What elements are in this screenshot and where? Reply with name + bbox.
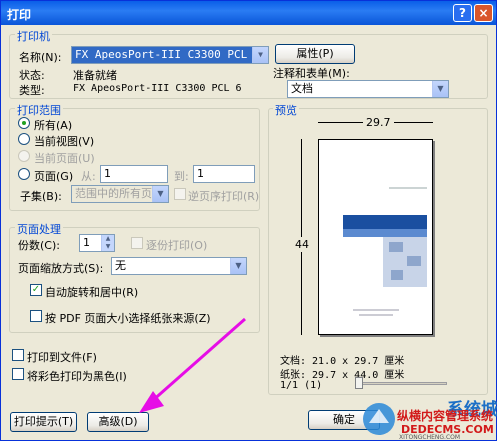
reverse-label: 逆页序打印(R) xyxy=(188,190,260,203)
page-count: 1/1 (1) xyxy=(280,380,323,391)
choose-source-label[interactable]: 按 PDF 页面大小选择纸张来源(Z) xyxy=(45,310,211,326)
notes-label: 注释和表单(M): xyxy=(273,67,350,80)
subset-select[interactable]: 范围中的所有页面 ▼ xyxy=(71,185,169,203)
print-to-file-label[interactable]: 打印到文件(F) xyxy=(27,349,97,365)
print-black-checkbox[interactable] xyxy=(12,368,24,380)
handling-group-label: 页面处理 xyxy=(15,221,63,237)
subset-value: 范围中的所有页面 xyxy=(75,187,163,200)
width-dimension: 29.7 xyxy=(363,116,394,129)
range-from-label: 从: xyxy=(81,170,96,183)
print-to-file-checkbox[interactable] xyxy=(12,349,24,361)
print-black-label[interactable]: 将彩色打印为黑色(I) xyxy=(27,368,127,384)
status-value: 准备就绪 xyxy=(73,69,117,82)
page-preview-thumbnail xyxy=(343,187,427,316)
help-icon[interactable]: ? xyxy=(453,4,472,22)
watermark-url: XITONGCHENG.COM xyxy=(399,434,461,441)
range-from-input[interactable]: 1 xyxy=(100,165,168,183)
type-label: 类型: xyxy=(19,84,45,97)
window-title: 打印 xyxy=(7,8,32,22)
chevron-down-icon: ▼ xyxy=(432,81,448,97)
range-all-radio[interactable] xyxy=(18,117,30,129)
reverse-checkbox xyxy=(174,188,186,200)
scaling-select[interactable]: 无 ▼ xyxy=(111,257,247,275)
range-all-label[interactable]: 所有(A) xyxy=(34,117,72,133)
scaling-value: 无 xyxy=(115,259,126,272)
range-current-view-radio[interactable] xyxy=(18,133,30,145)
doc-size: 文档: 21.0 x 29.7 厘米 xyxy=(280,356,405,367)
range-current-page-label: 当前页面(U) xyxy=(34,152,95,165)
scaling-label: 页面缩放方式(S): xyxy=(18,262,104,275)
paper-size: 纸张: 29.7 x 44.0 厘米 xyxy=(280,370,405,381)
close-icon[interactable]: × xyxy=(474,4,493,22)
properties-button[interactable]: 属性(P) xyxy=(275,44,355,64)
copies-label: 份数(C): xyxy=(18,239,60,252)
range-pages-label[interactable]: 页面(G) xyxy=(34,168,73,184)
collate-label: 逐份打印(O) xyxy=(146,239,208,252)
title-bar: 打印 ? × xyxy=(1,1,496,25)
chevron-down-icon: ▼ xyxy=(252,47,268,63)
watermark-logo: 系统城 纵横内容管理系统 DEDECMS.COM XITONGCHENG.COM xyxy=(361,393,497,441)
range-to-label: 到: xyxy=(174,170,189,183)
status-label: 状态: xyxy=(19,69,45,82)
notes-select[interactable]: 文档 ▼ xyxy=(287,80,449,98)
notes-value: 文档 xyxy=(291,82,313,95)
page-slider-thumb[interactable] xyxy=(355,377,363,389)
page-slider-track[interactable] xyxy=(357,382,447,385)
advanced-button[interactable]: 高级(D) xyxy=(87,412,149,432)
range-to-value: 1 xyxy=(197,167,204,180)
spinner-icon[interactable]: ▲ ▼ xyxy=(101,235,114,251)
print-dialog: 打印 ? × 打印机 名称(N): FX ApeosPort-III C3300… xyxy=(0,0,497,441)
page-preview xyxy=(318,139,433,335)
preview-group-label: 预览 xyxy=(273,102,299,118)
collate-checkbox xyxy=(131,237,143,249)
copies-value: 1 xyxy=(83,236,90,249)
height-dimension: 44 xyxy=(295,237,309,252)
range-from-value: 1 xyxy=(104,167,111,180)
watermark-line3: 纵横内容管理系统 xyxy=(397,409,494,423)
range-current-view-label[interactable]: 当前视图(V) xyxy=(34,133,94,149)
choose-source-checkbox[interactable] xyxy=(30,310,42,322)
auto-rotate-checkbox[interactable]: ✓ xyxy=(30,284,42,296)
auto-rotate-label[interactable]: 自动旋转和居中(R) xyxy=(45,284,138,300)
subset-label: 子集(B): xyxy=(20,190,62,203)
copies-stepper[interactable]: 1 ▲ ▼ xyxy=(79,234,115,252)
chevron-down-icon: ▼ xyxy=(230,258,246,274)
range-group-label: 打印范围 xyxy=(15,102,63,118)
tips-button[interactable]: 打印提示(T) xyxy=(10,412,77,432)
printer-name-label: 名称(N): xyxy=(19,51,62,64)
printer-group-label: 打印机 xyxy=(15,28,52,44)
range-to-input[interactable]: 1 xyxy=(193,165,255,183)
range-current-page-radio xyxy=(18,150,30,162)
range-pages-radio[interactable] xyxy=(18,168,30,180)
type-value: FX ApeosPort-III C3300 PCL 6 xyxy=(73,83,242,94)
printer-name-select[interactable]: FX ApeosPort-III C3300 PCL 6 ▼ xyxy=(71,46,269,64)
printer-name-value: FX ApeosPort-III C3300 PCL 6 xyxy=(75,48,261,61)
chevron-down-icon: ▼ xyxy=(152,186,168,202)
